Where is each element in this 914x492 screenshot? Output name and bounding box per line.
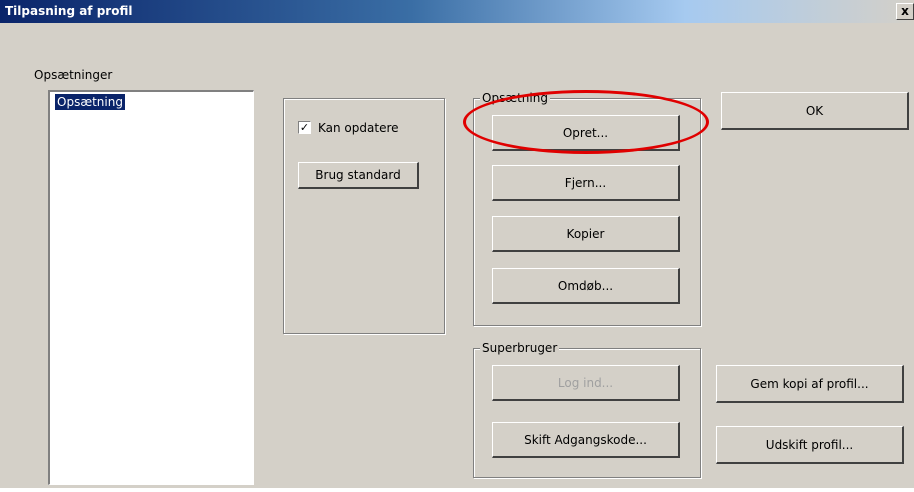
create-button[interactable]: Opret...: [492, 115, 680, 151]
replace-profile-button[interactable]: Udskift profil...: [716, 426, 904, 464]
use-default-button[interactable]: Brug standard: [298, 162, 419, 189]
title-bar[interactable]: Tilpasning af profil x: [0, 0, 914, 23]
setups-listbox[interactable]: Opsætning: [48, 90, 254, 485]
list-item[interactable]: Opsætning: [55, 94, 125, 110]
login-button[interactable]: Log ind...: [492, 365, 680, 401]
ok-button[interactable]: OK: [721, 92, 909, 130]
window-title: Tilpasning af profil: [5, 4, 133, 18]
copy-button[interactable]: Kopier: [492, 216, 680, 252]
change-password-button[interactable]: Skift Adgangskode...: [492, 422, 680, 458]
superuser-group-legend: Superbruger: [480, 341, 560, 355]
window-bottom-edge: [0, 488, 914, 492]
profile-dialog: Tilpasning af profil x Opsætninger Opsæt…: [0, 0, 914, 492]
can-update-label[interactable]: Kan opdatere: [318, 121, 399, 135]
setups-label: Opsætninger: [34, 68, 113, 82]
can-update-checkbox[interactable]: ✓: [298, 121, 311, 134]
close-button[interactable]: x: [896, 3, 914, 20]
remove-button[interactable]: Fjern...: [492, 165, 680, 201]
save-copy-button[interactable]: Gem kopi af profil...: [716, 365, 904, 403]
rename-button[interactable]: Omdøb...: [492, 268, 680, 304]
setup-group-legend: Opsætning: [480, 91, 550, 105]
